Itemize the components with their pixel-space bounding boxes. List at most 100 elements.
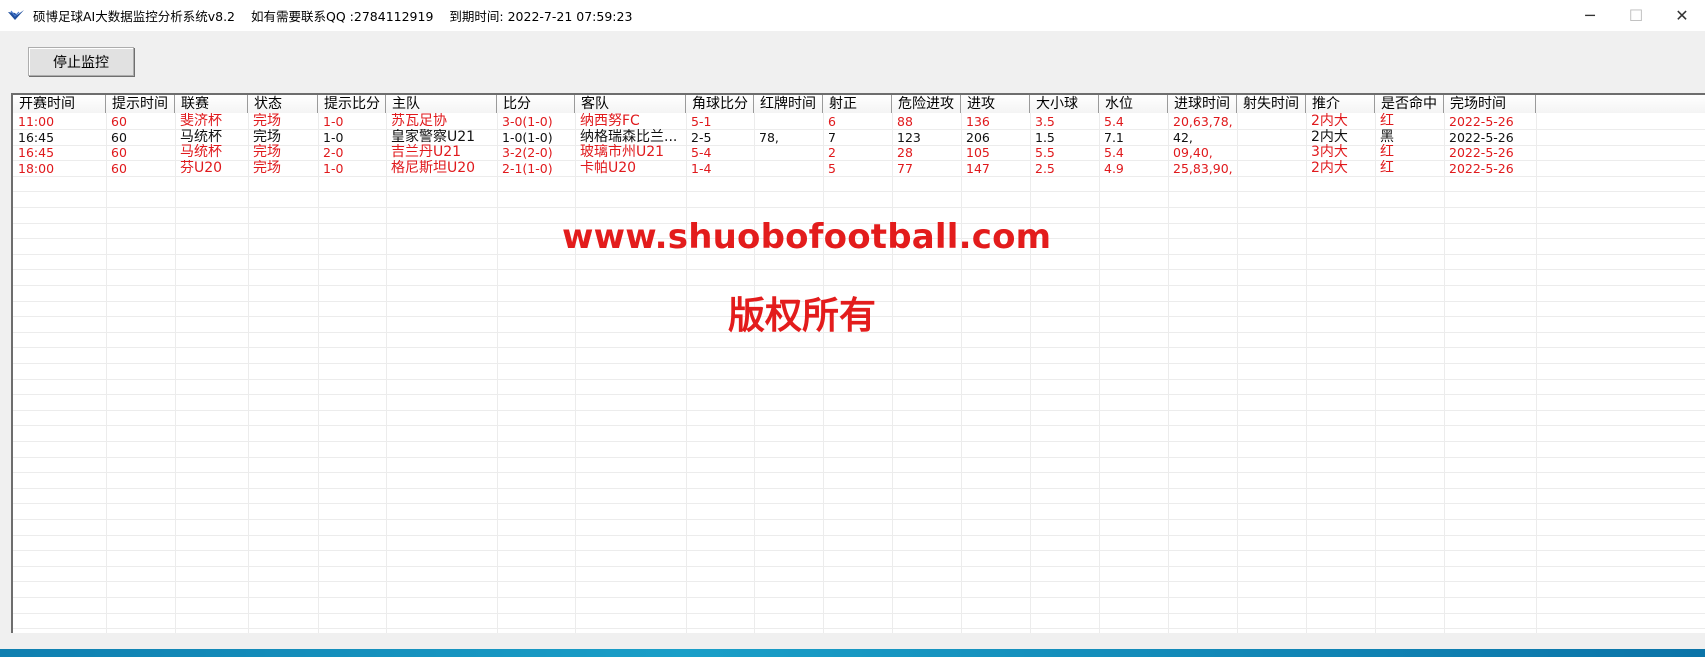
col-header-over-under[interactable]: 大小球 [1030,95,1099,113]
col-header-missed-shot-times[interactable]: 射失时间 [1237,95,1306,113]
close-icon: ✕ [1675,6,1689,25]
col-header-start-time[interactable]: 开赛时间 [13,95,106,113]
cell-start-time: 16:45 [18,129,55,145]
col-header-score[interactable]: 比分 [497,95,575,113]
cell-shots-on-target: 6 [828,114,836,129]
cell-red-card-time [754,113,823,130]
cell-odds: 7.1 [1104,129,1124,145]
cell-tip-time: 60 [111,145,127,161]
cell-league: 芬U20 [180,159,223,176]
cell-attacks: 105 [966,145,990,161]
minimize-button[interactable]: ─ [1567,0,1613,31]
col-header-hit[interactable]: 是否命中 [1375,95,1444,113]
col-header-recommend[interactable]: 推介 [1306,95,1375,113]
col-header-home-team[interactable]: 主队 [386,95,497,113]
cell-score: 2-1(1-0) [502,160,553,176]
cell-home-team: 格尼斯坦U20 [391,159,476,176]
cell-over-under: 1.5 [1035,129,1055,145]
taskbar-strip [0,649,1705,657]
col-header-odds[interactable]: 水位 [1099,95,1168,113]
cell-over-under: 3.5 [1035,114,1055,129]
col-header-away-team[interactable]: 客队 [575,95,686,113]
col-header-league[interactable]: 联赛 [175,95,248,113]
grid-header: 开赛时间 提示时间 联赛 状态 提示比分 主队 比分 客队 角球比分 红牌时间 射正 危险进攻 进攻 大小… [13,95,1705,113]
table-row[interactable]: 16:45 60 马统杯 完场 1-0 皇家警察U21 1-0(1-0) 纳格瑞森比兰... 2… [13,129,1705,146]
cell-start-time: 11:00 [18,114,55,129]
col-header-dangerous-attacks[interactable]: 危险进攻 [892,95,961,113]
app-title: 硕博足球AI大数据监控分析系统v8.2 [33,9,236,24]
cell-start-time: 18:00 [18,160,55,176]
cell-recommend: 2内大 [1311,113,1348,129]
match-grid[interactable]: 开赛时间 提示时间 联赛 状态 提示比分 主队 比分 客队 角球比分 红牌时间 射正 危险进攻 进攻 大小… [11,93,1705,633]
cell-score: 1-0(1-0) [502,129,553,145]
cell-tip-score: 1-0 [323,129,344,145]
expiry-text: 到期时间: 2022-7-21 07:59:23 [449,9,633,24]
cell-start-time: 16:45 [18,145,55,161]
col-header-tip-time[interactable]: 提示时间 [106,95,175,113]
cell-missed-shot-times [1237,160,1306,177]
table-row[interactable]: 18:00 60 芬U20 完场 1-0 格尼斯坦U20 2-1(1-0) 卡帕U20 1-4 5… [13,160,1705,177]
col-header-status[interactable]: 状态 [248,95,318,113]
cell-hit: 红 [1380,159,1394,176]
cell-recommend: 3内大 [1311,144,1348,161]
cell-hit: 黑 [1380,128,1394,145]
cell-dangerous-attacks: 123 [897,129,921,145]
app-logo-icon [7,7,25,25]
cell-away-team: 卡帕U20 [580,159,637,176]
cell-goal-times: 09,40, [1173,145,1213,161]
cell-finish-time: 2022-5-26 [1449,114,1514,129]
cell-away-team: 玻璃市州U21 [580,144,665,161]
cell-corner-score: 5-4 [691,145,712,161]
cell-dangerous-attacks: 77 [897,160,913,176]
col-header-corner-score[interactable]: 角球比分 [686,95,754,113]
cell-attacks: 147 [966,160,990,176]
cell-odds: 4.9 [1104,160,1124,176]
cell-league: 斐济杯 [180,113,222,129]
col-header-tip-score[interactable]: 提示比分 [318,95,386,113]
cell-over-under: 5.5 [1035,145,1055,161]
table-row[interactable]: 11:00 60 斐济杯 完场 1-0 苏瓦足协 3-0(1-0) 纳西努FC 5-1 6 88 13… [13,113,1705,130]
cell-corner-score: 1-4 [691,160,712,176]
cell-tip-time: 60 [111,129,127,145]
cell-goal-times: 42, [1173,129,1193,145]
cell-hit: 红 [1380,144,1394,161]
cell-league: 马统杯 [180,144,222,161]
cell-finish-time: 2022-5-26 [1449,160,1514,176]
cell-home-team: 皇家警察U21 [391,128,476,145]
maximize-icon: ☐ [1628,6,1644,25]
maximize-button[interactable]: ☐ [1613,0,1659,31]
col-header-finish-time[interactable]: 完场时间 [1444,95,1536,113]
cell-status: 完场 [253,144,281,161]
cell-status: 完场 [253,128,281,145]
cell-odds: 5.4 [1104,114,1124,129]
cell-hit: 红 [1380,113,1394,129]
cell-odds: 5.4 [1104,145,1124,161]
cell-attacks: 206 [966,129,990,145]
cell-goal-times: 25,83,90, [1173,160,1233,176]
minimize-icon: ─ [1585,6,1595,25]
cell-finish-time: 2022-5-26 [1449,129,1514,145]
cell-tip-score: 1-0 [323,114,344,129]
cell-corner-score: 5-1 [691,114,712,129]
cell-shots-on-target: 5 [828,160,836,176]
cell-status: 完场 [253,159,281,176]
close-button[interactable]: ✕ [1659,0,1705,31]
table-row[interactable]: 16:45 60 马统杯 完场 2-0 吉兰丹U21 3-2(2-0) 玻璃市州U21 5-4 2… [13,144,1705,161]
cell-red-card-time [754,160,823,177]
cell-finish-time: 2022-5-26 [1449,145,1514,161]
cell-shots-on-target: 7 [828,129,836,145]
stop-monitor-button[interactable]: 停止监控 [28,47,134,76]
cell-goal-times: 20,63,78, [1173,114,1233,129]
cell-red-card-time [754,144,823,161]
cell-tip-time: 60 [111,114,127,129]
watermark-rights: 版权所有 [728,294,876,337]
cell-missed-shot-times [1237,144,1306,161]
cell-league: 马统杯 [180,128,222,145]
cell-tip-time: 60 [111,160,127,176]
col-header-attacks[interactable]: 进攻 [961,95,1030,113]
cell-home-team: 苏瓦足协 [391,113,447,129]
col-header-shots-on-target[interactable]: 射正 [823,95,892,113]
col-header-goal-times[interactable]: 进球时间 [1168,95,1237,113]
col-header-red-card-time[interactable]: 红牌时间 [754,95,823,113]
title-bar: 硕博足球AI大数据监控分析系统v8.2 如有需要联系QQ :2784112919… [0,0,1705,31]
